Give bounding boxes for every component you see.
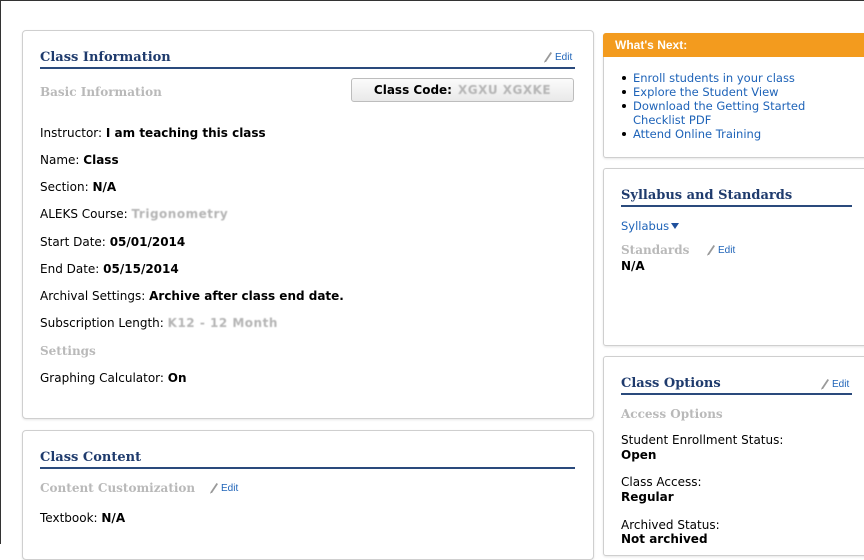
graphing-calculator-label: Graphing Calculator: — [40, 371, 164, 385]
archived-status-label: Archived Status: — [621, 518, 720, 532]
enrollment-status-value: Open — [621, 448, 657, 462]
edit-label: Edit — [832, 378, 850, 390]
archival-settings-value: Archive after class end date. — [149, 289, 344, 303]
archival-settings-row: Archival Settings: Archive after class e… — [40, 289, 344, 303]
syllabus-standards-title: Syllabus and Standards — [621, 188, 793, 203]
class-access-label: Class Access: — [621, 475, 702, 489]
class-content-rule — [40, 467, 575, 469]
window-left-border — [0, 0, 1, 544]
graphing-calculator-row: Graphing Calculator: On — [40, 371, 187, 385]
whats-next-list: Enroll students in your class Explore th… — [620, 71, 853, 141]
edit-label: Edit — [555, 51, 573, 63]
class-options-title: Class Options — [621, 376, 721, 391]
standards-edit-link[interactable]: Edit — [706, 244, 735, 256]
explore-student-view-link[interactable]: Explore the Student View — [620, 85, 853, 99]
instructor-value: I am teaching this class — [105, 126, 266, 140]
subscription-length-row: Subscription Length: K12 - 12 Month — [40, 316, 278, 330]
name-value: Class — [83, 153, 119, 167]
aleks-course-label: ALEKS Course: — [40, 207, 128, 221]
class-access-value: Regular — [621, 490, 674, 504]
name-row: Name: Class — [40, 153, 119, 167]
subscription-length-label: Subscription Length: — [40, 316, 164, 330]
syllabus-standards-rule — [621, 205, 852, 207]
class-options-edit-link[interactable]: Edit — [820, 378, 849, 390]
graphing-calculator-value: On — [167, 371, 187, 385]
start-date-row: Start Date: 05/01/2014 — [40, 235, 185, 249]
end-date-value: 05/15/2014 — [103, 262, 179, 276]
class-code-label: Class Code: — [373, 83, 452, 97]
access-options-label: Access Options — [621, 407, 723, 421]
class-options-rule — [621, 393, 852, 395]
enroll-students-link[interactable]: Enroll students in your class — [620, 71, 853, 85]
pencil-icon — [544, 52, 552, 63]
instructor-row: Instructor: I am teaching this class — [40, 126, 266, 140]
window-top-border — [0, 0, 864, 1]
content-customization-label: Content Customization — [40, 481, 196, 495]
start-date-value: 05/01/2014 — [109, 235, 186, 249]
attend-training-link[interactable]: Attend Online Training — [620, 127, 853, 141]
start-date-label: Start Date: — [40, 235, 106, 249]
standards-label: Standards — [621, 243, 690, 257]
syllabus-link-label: Syllabus — [621, 219, 670, 233]
aleks-course-row: ALEKS Course: Trigonometry — [40, 207, 228, 221]
section-value: N/A — [92, 180, 117, 194]
textbook-label: Textbook: — [40, 511, 98, 525]
standards-value: N/A — [621, 259, 645, 273]
content-customization-edit-link[interactable]: Edit — [209, 482, 238, 494]
textbook-value: N/A — [101, 511, 126, 525]
pencil-icon — [707, 245, 715, 256]
name-label: Name: — [40, 153, 80, 167]
end-date-label: End Date: — [40, 262, 100, 276]
class-information-edit-link[interactable]: Edit — [543, 51, 572, 63]
download-checklist-link[interactable]: Download the Getting Started Checklist P… — [620, 99, 853, 127]
pencil-icon — [821, 379, 829, 390]
section-row: Section: N/A — [40, 180, 116, 194]
settings-label: Settings — [40, 344, 96, 358]
subscription-length-value: K12 - 12 Month — [167, 316, 278, 330]
aleks-course-value: Trigonometry — [131, 207, 229, 221]
edit-label: Edit — [221, 482, 239, 494]
syllabus-dropdown[interactable]: Syllabus — [621, 219, 680, 233]
instructor-label: Instructor: — [40, 126, 103, 140]
enrollment-status-label: Student Enrollment Status: — [621, 433, 784, 447]
whats-next-header: What's Next: — [603, 33, 864, 57]
basic-information-label: Basic Information — [40, 85, 162, 99]
section-label: Section: — [40, 180, 89, 194]
class-information-title: Class Information — [40, 50, 171, 65]
textbook-row: Textbook: N/A — [40, 511, 125, 525]
class-code-box: Class Code: XGXU XGXKE — [351, 78, 574, 102]
class-content-title: Class Content — [40, 450, 142, 465]
end-date-row: End Date: 05/15/2014 — [40, 262, 179, 276]
archival-settings-label: Archival Settings: — [40, 289, 146, 303]
pencil-icon — [210, 483, 218, 494]
edit-label: Edit — [718, 244, 736, 256]
caret-down-icon — [671, 223, 680, 229]
class-information-rule — [40, 67, 575, 69]
class-code-value: XGXU XGXKE — [457, 83, 552, 97]
